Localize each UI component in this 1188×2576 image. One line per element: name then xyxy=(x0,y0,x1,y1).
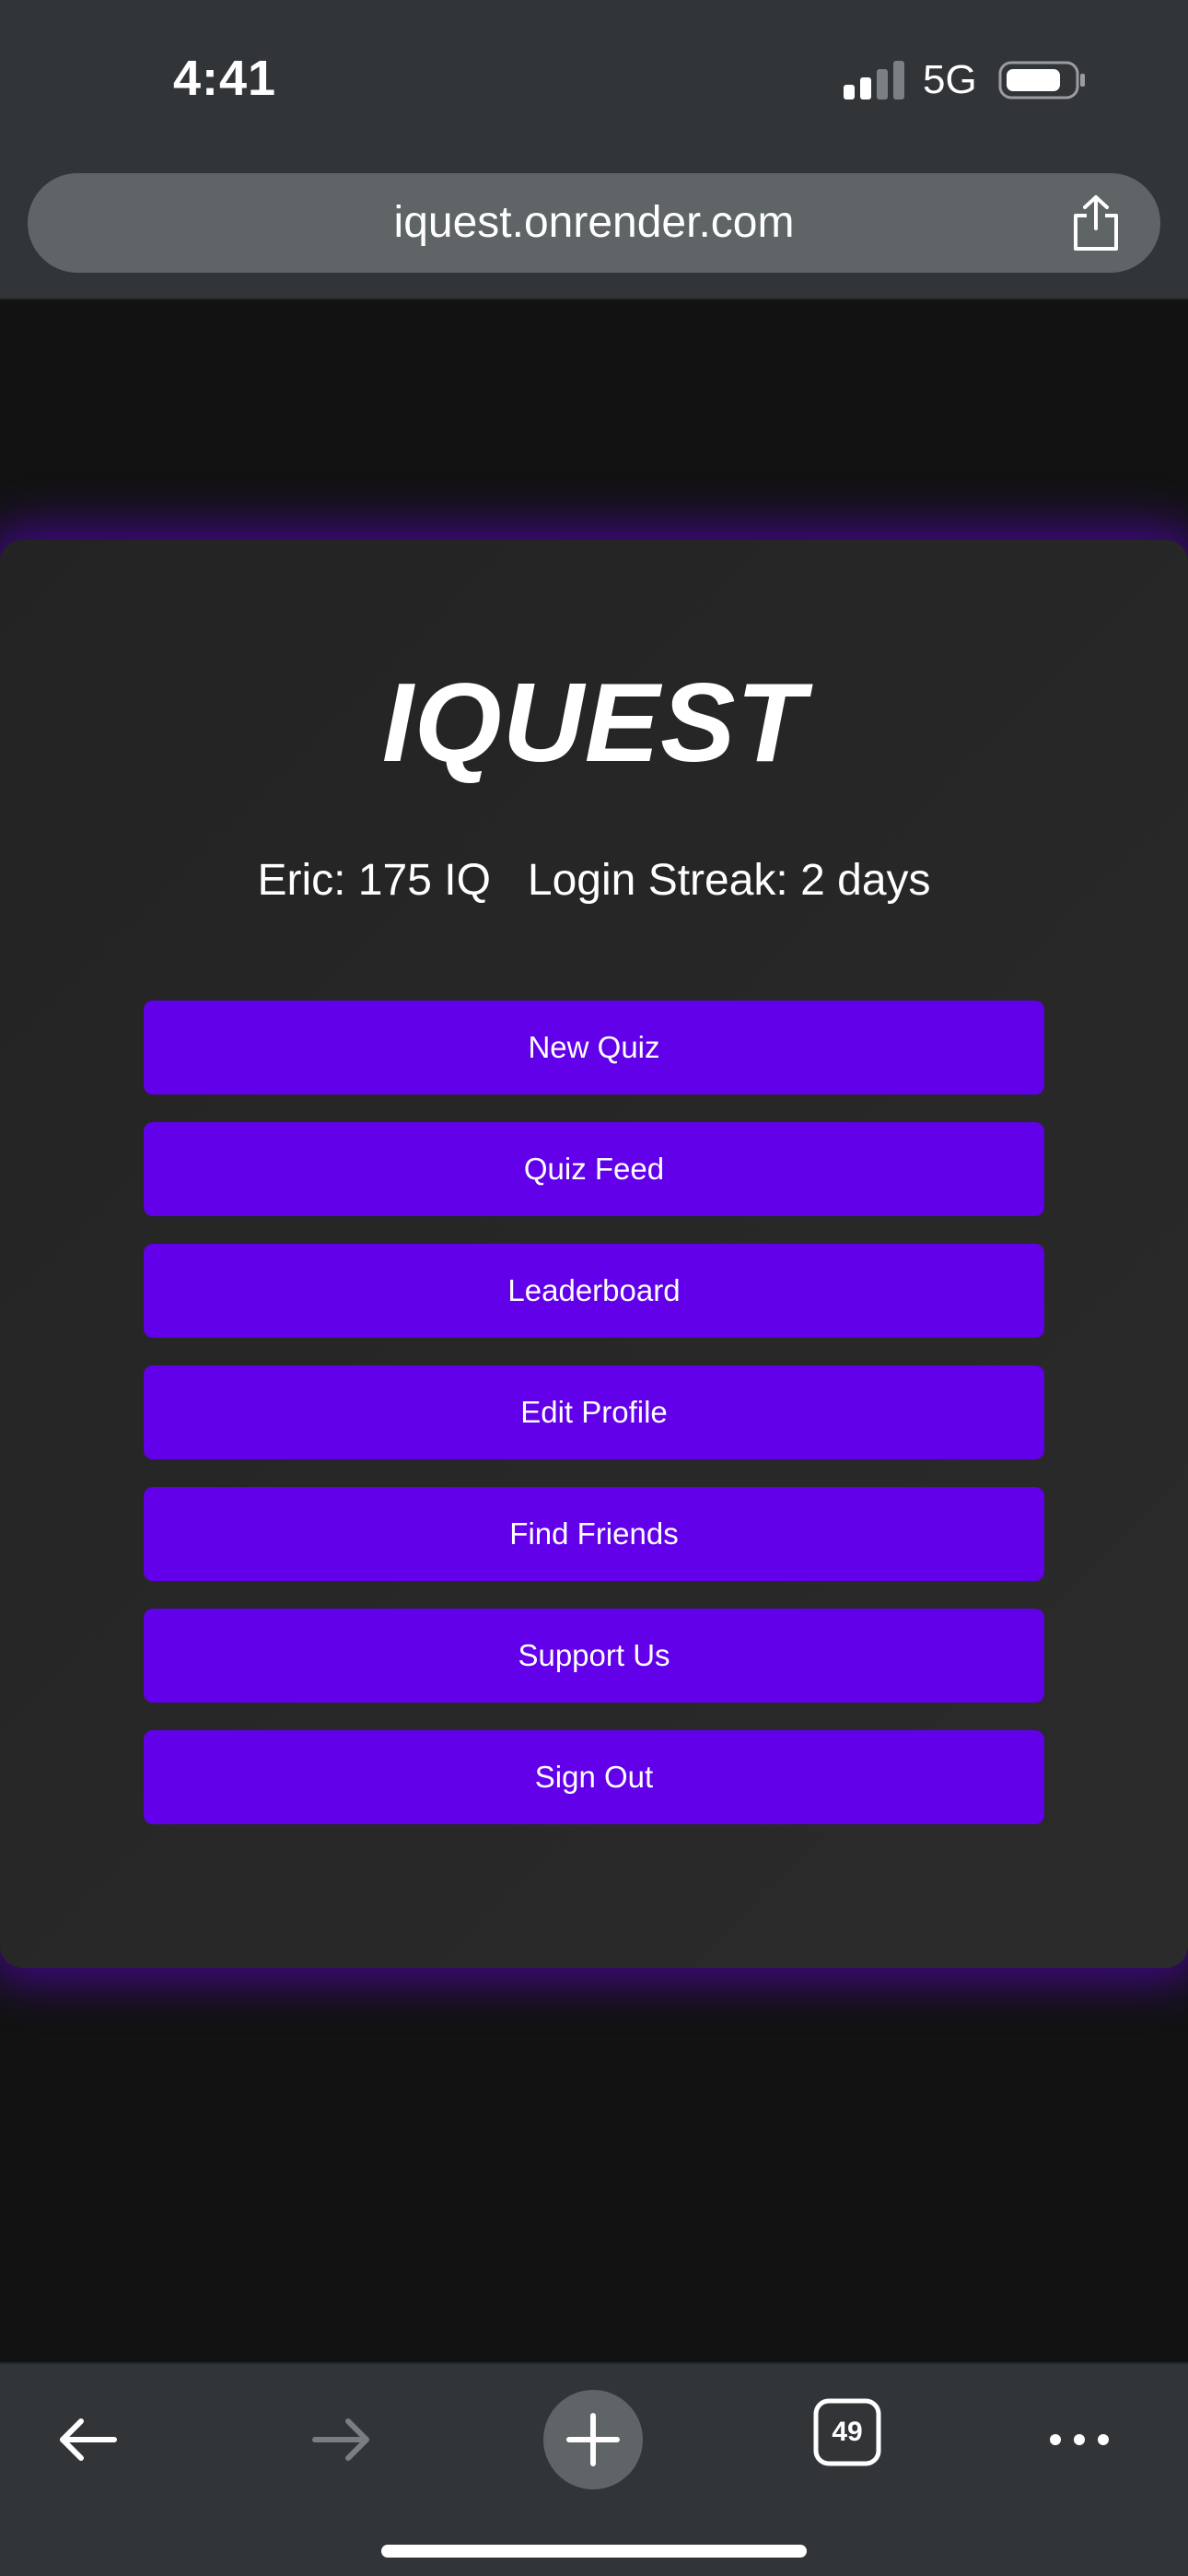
tab-count: 49 xyxy=(832,2417,863,2447)
login-streak: Login Streak: 2 days xyxy=(527,856,931,905)
main-card: IQUEST Eric: 175 IQ Login Streak: 2 days … xyxy=(0,540,1188,1968)
support-us-button[interactable]: Support Us xyxy=(144,1609,1044,1703)
main-menu: New Quiz Quiz Feed Leaderboard Edit Prof… xyxy=(144,1001,1044,1852)
plus-icon[interactable] xyxy=(543,2390,643,2489)
network-type: 5G xyxy=(923,57,977,102)
battery-icon xyxy=(998,61,1085,100)
user-stats: Eric: 175 IQ Login Streak: 2 days xyxy=(0,855,1188,906)
share-icon[interactable] xyxy=(1068,193,1124,252)
find-friends-button[interactable]: Find Friends xyxy=(144,1487,1044,1581)
leaderboard-button[interactable]: Leaderboard xyxy=(144,1244,1044,1338)
new-quiz-button[interactable]: New Quiz xyxy=(144,1001,1044,1095)
back-arrow-icon[interactable] xyxy=(50,2401,127,2478)
forward-arrow-icon[interactable] xyxy=(302,2401,379,2478)
app-title: IQUEST xyxy=(381,660,807,785)
browser-bottom-bar: 49 xyxy=(0,2362,1188,2576)
browser-top-bar: 4:41 5G iquest.onrender.com xyxy=(0,0,1188,300)
quiz-feed-button[interactable]: Quiz Feed xyxy=(144,1122,1044,1216)
status-time: 4:41 xyxy=(173,51,277,106)
url-text[interactable]: iquest.onrender.com xyxy=(28,197,1160,248)
address-bar[interactable]: iquest.onrender.com xyxy=(28,173,1160,273)
edit-profile-button[interactable]: Edit Profile xyxy=(144,1365,1044,1459)
sign-out-button[interactable]: Sign Out xyxy=(144,1730,1044,1824)
screen: 4:41 5G iquest.onrender.com IQUEST Eric:… xyxy=(0,0,1188,2576)
tabs-button[interactable]: 49 xyxy=(812,2397,882,2467)
home-indicator[interactable] xyxy=(381,2545,807,2558)
signal-icon xyxy=(844,61,904,100)
more-icon[interactable] xyxy=(1041,2401,1118,2478)
user-iq: Eric: 175 IQ xyxy=(257,856,491,905)
